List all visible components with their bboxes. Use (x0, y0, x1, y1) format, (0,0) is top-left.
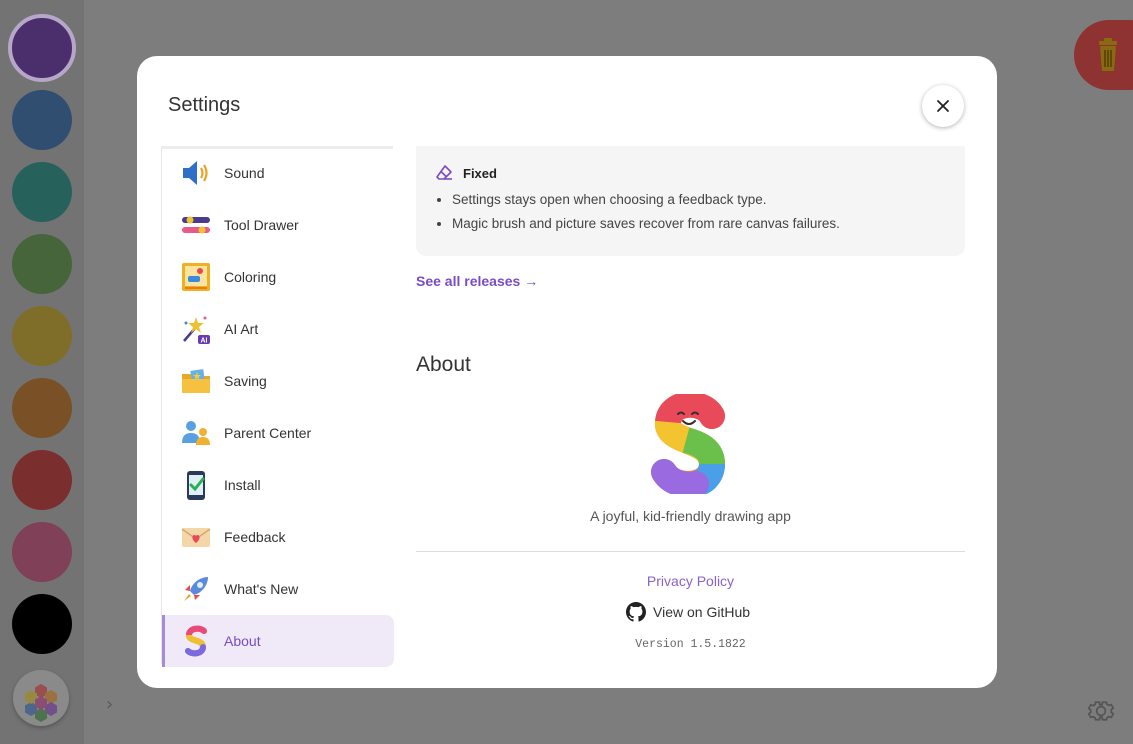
folder-icon (180, 365, 212, 397)
sidebar-item-parent-center[interactable]: Parent Center (162, 407, 394, 459)
sidebar-item-label: AI Art (224, 321, 259, 337)
sidebar-item-label: Saving (224, 373, 267, 389)
sidebar-item-whats-new[interactable]: What's New (162, 563, 394, 615)
sidebar-item-feedback[interactable]: Feedback (162, 511, 394, 563)
trash-icon (1099, 38, 1117, 71)
color-swatch[interactable] (12, 450, 72, 510)
speaker-icon (180, 157, 212, 189)
close-icon (937, 100, 949, 112)
sidebar-item-label: What's New (224, 581, 299, 597)
sidebar-item-sound[interactable]: Sound (162, 147, 394, 199)
fixed-heading: Fixed (435, 164, 497, 182)
eraser-icon (436, 165, 452, 180)
release-notes-card: Fixed Settings stays open when choosing … (416, 146, 965, 256)
sidebar-item-ai-art[interactable]: AI AI Art (162, 303, 394, 355)
sidebar-item-label: Sound (224, 165, 265, 181)
sidebar-item-label: Parent Center (224, 425, 312, 441)
sidebar-item-label: Tool Drawer (224, 217, 299, 233)
color-swatch[interactable] (12, 594, 72, 654)
magic-wand-icon: AI (180, 313, 212, 345)
close-button[interactable] (922, 85, 964, 127)
sidebar-item-coloring[interactable]: Coloring (162, 251, 394, 303)
toggles-icon (180, 209, 212, 241)
see-all-releases-link[interactable]: See all releases → (416, 273, 538, 289)
color-swatch[interactable] (8, 14, 76, 82)
list-item: Magic brush and picture saves recover fr… (452, 216, 840, 231)
rainbow-s-icon (180, 625, 212, 657)
about-panel: Fixed Settings stays open when choosing … (416, 146, 966, 666)
color-swatch[interactable] (12, 378, 72, 438)
settings-dialog: Settings Sound Tool Drawer Coloring AI A… (137, 56, 997, 688)
about-heading: About (416, 353, 471, 376)
color-swatch[interactable] (12, 306, 72, 366)
fixes-list: Settings stays open when choosing a feed… (452, 192, 840, 240)
gear-icon (1087, 701, 1115, 721)
sidebar-item-label: About (224, 633, 261, 649)
sidebar-item-about[interactable]: About (162, 615, 394, 667)
github-icon (626, 602, 646, 622)
sidebar-item-label: Feedback (224, 529, 286, 545)
color-swatch[interactable] (12, 234, 72, 294)
settings-sidebar: Sound Tool Drawer Coloring AI AI Art Sav… (161, 146, 394, 667)
sidebar-item-saving[interactable]: Saving (162, 355, 394, 407)
sidebar-item-tool-drawer[interactable]: Tool Drawer (162, 199, 394, 251)
settings-button[interactable] (1086, 696, 1116, 730)
color-swatch[interactable] (12, 90, 72, 150)
color-swatch[interactable] (12, 162, 72, 222)
dialog-title: Settings (168, 94, 241, 116)
color-picker-button[interactable] (13, 670, 69, 726)
envelope-heart-icon (180, 521, 212, 553)
privacy-policy-link[interactable]: Privacy Policy (416, 573, 965, 589)
chevron-right-icon[interactable]: › (106, 694, 113, 715)
color-swatch[interactable] (12, 522, 72, 582)
clear-canvas-button[interactable] (1074, 20, 1133, 90)
sidebar-item-label: Install (224, 477, 261, 493)
app-logo (646, 391, 736, 499)
hexagon-palette-icon (25, 684, 57, 722)
sidebar-item-install[interactable]: Install (162, 459, 394, 511)
phone-install-icon (180, 469, 212, 501)
github-link[interactable]: View on GitHub (626, 602, 750, 622)
divider (416, 551, 965, 552)
app-version: Version 1.5.1822 (635, 638, 746, 651)
list-item: Settings stays open when choosing a feed… (452, 192, 840, 207)
sidebar-item-label: Coloring (224, 269, 277, 285)
people-icon (180, 417, 212, 449)
app-tagline: A joyful, kid-friendly drawing app (590, 508, 791, 524)
rocket-icon (180, 573, 212, 605)
coloring-book-icon (180, 261, 212, 293)
svg-text:AI: AI (201, 338, 208, 345)
